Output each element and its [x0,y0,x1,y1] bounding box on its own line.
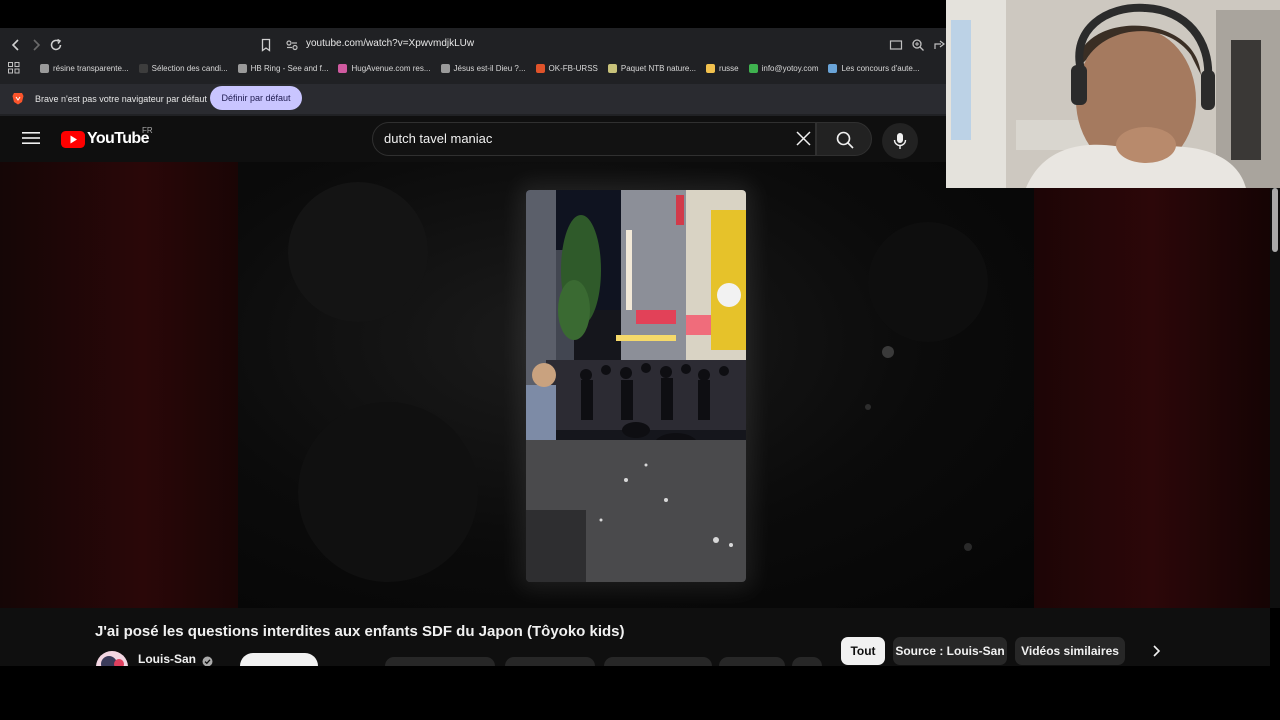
cast-icon[interactable] [888,37,904,53]
bookmark-favicon-icon [535,63,545,73]
bookmark-label: Paquet NTB nature... [620,63,697,73]
bookmark-label: résine transparente... [53,63,129,73]
bookmark-favicon-icon [748,63,758,73]
bookmark-label: HB Ring - See and f... [250,63,329,73]
scrollbar-thumb[interactable] [1272,188,1278,252]
webcam-overlay [946,0,1280,188]
bookmark-label: Les concours d'aute... [841,63,920,73]
bookmarks-bar: résine transparente... Sélection des cand… [40,60,986,76]
bookmark-item[interactable]: Jésus est-il Dieu ?... [440,63,526,73]
search-icon [836,131,854,149]
bookmark-label: info@yotoy.com [761,63,819,73]
title-strip [0,0,946,28]
bookmark-item[interactable]: russe [706,63,739,73]
share-button[interactable] [505,657,595,666]
search-button[interactable] [816,122,872,156]
brave-lion-icon [12,92,24,110]
bookmark-label: HugAvenue.com res... [351,63,431,73]
vertical-video-frame [526,190,746,582]
clear-search-icon[interactable] [795,130,812,152]
bookmark-favicon-icon [40,63,49,73]
bookmark-item[interactable]: Paquet NTB nature... [607,63,697,73]
bookmark-favicon-icon [338,63,348,73]
youtube-logo[interactable]: YouTube [61,130,149,148]
street-scene-image [526,190,746,582]
chip-source[interactable]: Source : Louis-San [893,637,1007,665]
bookmark-item[interactable]: HugAvenue.com res... [338,63,431,73]
bookmark-item[interactable]: info@yotoy.com [748,63,819,73]
search-input[interactable] [384,131,764,146]
bookmark-label: Jésus est-il Dieu ?... [453,63,526,73]
bookmark-item[interactable]: OK-FB-URSS [535,63,598,73]
set-default-button[interactable]: Définir par défaut [210,86,302,110]
chip-related[interactable]: Vidéos similaires [1015,637,1125,665]
bookmark-item[interactable]: Sélection des candi... [138,63,228,73]
youtube-logo-text: YouTube [87,130,149,147]
apps-grid-icon[interactable] [8,61,20,79]
bookmark-item[interactable]: Les concours d'aute... [828,63,920,73]
bookmark-label: Sélection des candi... [151,63,228,73]
bookmark-label: russe [719,63,739,73]
clip-button[interactable] [719,657,785,666]
bookmark-icon[interactable] [258,37,274,53]
bookmark-favicon-icon [828,63,838,73]
more-actions-button[interactable] [792,657,822,666]
bookmark-label: OK-FB-URSS [548,63,598,73]
bookmark-favicon-icon [706,63,716,73]
chevron-right-icon[interactable] [1148,643,1164,664]
video-title: J'ai posé les questions interdites aux e… [95,623,625,640]
bookmark-favicon-icon [237,63,247,73]
subscribe-button[interactable] [240,653,318,666]
webcam-person-image [946,0,1280,188]
zoom-icon[interactable] [910,37,926,53]
bookmark-item[interactable]: HB Ring - See and f... [237,63,329,73]
bookmark-item[interactable]: résine transparente... [40,63,129,73]
like-button[interactable] [385,657,495,666]
chip-all[interactable]: Tout [841,637,885,665]
address-bar-url[interactable]: youtube.com/watch?v=XpwvmdjkLUw [306,38,474,49]
site-info-icon[interactable] [284,37,300,53]
forward-icon[interactable] [28,37,44,53]
download-button[interactable] [604,657,712,666]
hamburger-menu-icon[interactable] [22,130,40,151]
youtube-play-icon [61,130,85,148]
video-blurred-left [0,162,238,608]
back-icon[interactable] [8,37,24,53]
video-blurred-right [1034,162,1270,608]
channel-name[interactable]: Louis-San [138,652,196,666]
bookmark-favicon-icon [607,63,617,73]
channel-avatar[interactable] [95,650,129,666]
voice-search-button[interactable] [882,123,918,159]
letterbox-bottom [0,666,1280,720]
reload-icon[interactable] [48,37,64,53]
bookmark-favicon-icon [138,63,148,73]
bookmark-favicon-icon [440,63,450,73]
infobar-message: Brave n'est pas votre navigateur par déf… [35,94,207,104]
microphone-icon [893,133,907,149]
region-code: FR [142,126,153,135]
